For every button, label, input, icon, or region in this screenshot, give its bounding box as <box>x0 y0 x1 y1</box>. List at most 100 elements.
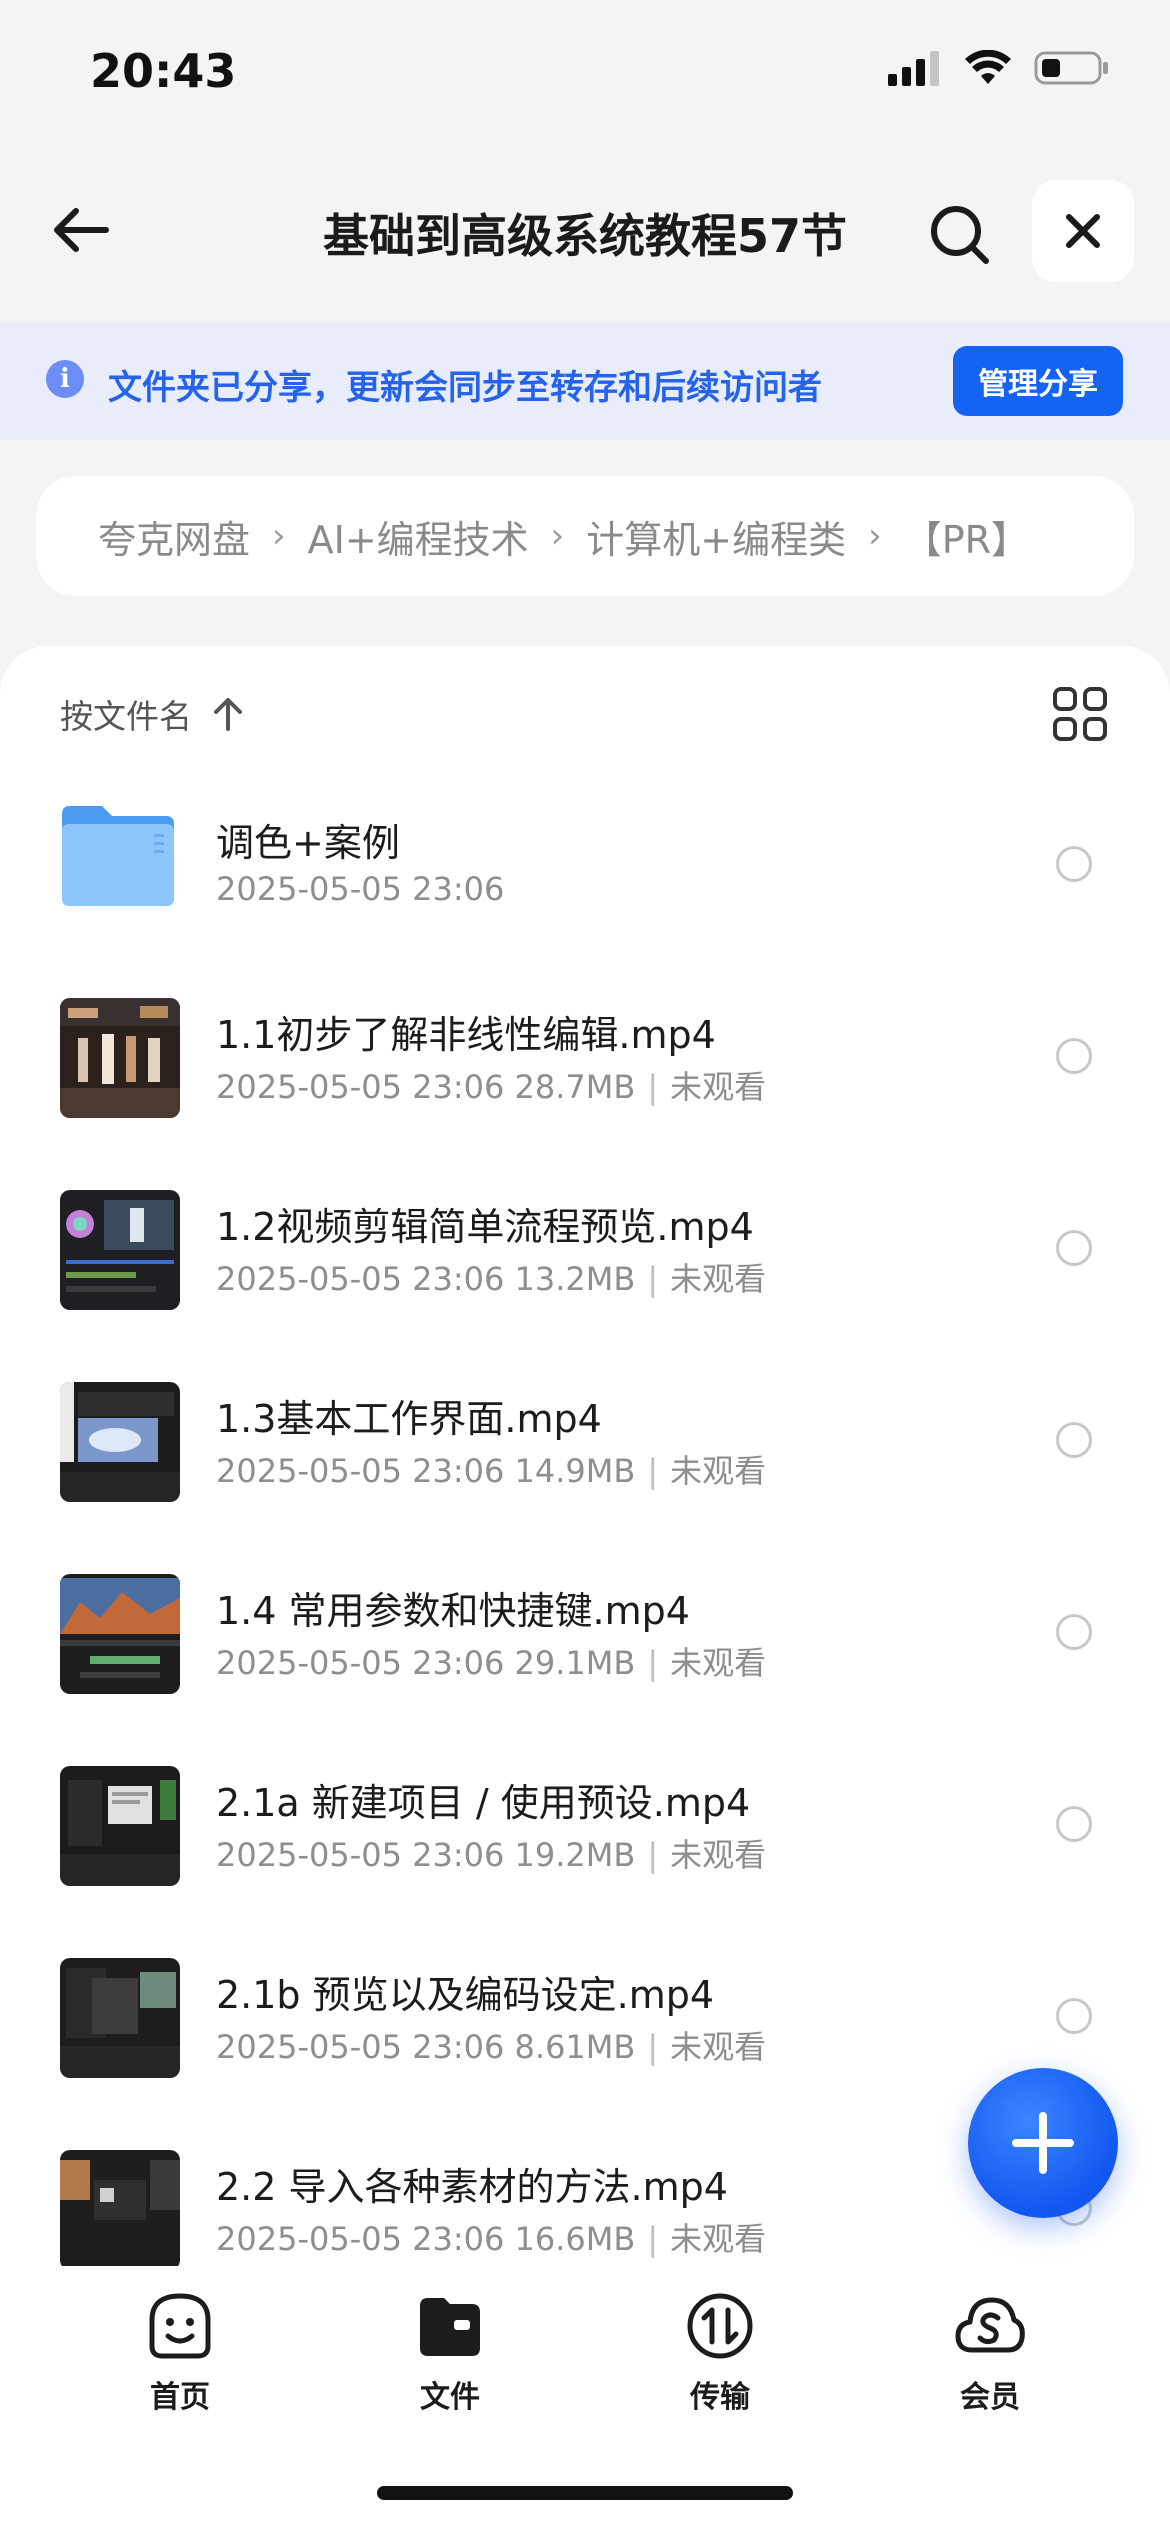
list-item[interactable]: 1.3基本工作界面.mp4 2025-05-05 23:06 14.9MB | 未观… <box>0 1346 1170 1538</box>
file-name: 1.2视频剪辑简单流程预览.mp4 <box>216 1205 754 1249</box>
video-thumbnail <box>60 1766 180 1886</box>
list-item[interactable]: 1.1初步了解非线性编辑.mp4 2025-05-05 23:06 28.7MB… <box>0 962 1170 1154</box>
breadcrumb-separator: › <box>868 516 882 556</box>
tab-transfer[interactable]: 传输 <box>640 2290 800 2416</box>
file-date: 2025-05-05 23:06 <box>216 2220 505 2258</box>
file-size: 14.9MB <box>514 1452 636 1490</box>
cellular-signal-icon <box>888 51 939 86</box>
list-item[interactable]: 调色+案例 2025-05-05 23:06 <box>0 770 1170 962</box>
file-name: 1.3基本工作界面.mp4 <box>216 1397 602 1441</box>
file-date: 2025-05-05 23:06 <box>216 1644 505 1682</box>
file-size: 13.2MB <box>514 1260 636 1298</box>
share-banner: i 文件夹已分享，更新会同步至转存和后续访问者 管理分享 <box>0 322 1170 440</box>
file-date: 2025-05-05 23:06 <box>216 1260 505 1298</box>
select-radio[interactable] <box>1056 1998 1092 2034</box>
cloud-s-icon <box>955 2297 1025 2353</box>
info-icon: i <box>46 360 84 398</box>
breadcrumb: 夸克网盘 › AI+编程技术 › 计算机+编程类 › 【PR】 <box>36 476 1134 596</box>
file-list: 调色+案例 2025-05-05 23:06 1.1初步了解非线性编辑.mp4 <box>0 770 1170 2266</box>
breadcrumb-item[interactable]: AI+编程技术 <box>308 509 529 564</box>
file-size: 16.6MB <box>514 2220 636 2258</box>
video-thumbnail <box>60 1574 180 1694</box>
search-button[interactable] <box>920 195 1000 275</box>
file-panel: 按文件名 调色+案例 2025-05-05 23:06 1.1初步了解非线性编辑… <box>0 646 1170 2266</box>
plus-icon <box>1012 2112 1074 2174</box>
watch-status: 未观看 <box>670 2220 767 2258</box>
tab-label: 文件 <box>420 2380 480 2415</box>
folder-icon <box>62 806 174 906</box>
watch-status: 未观看 <box>670 1260 767 1298</box>
watch-status: 未观看 <box>670 1644 767 1682</box>
file-size: 28.7MB <box>514 1068 636 1106</box>
watch-status: 未观看 <box>670 2028 767 2066</box>
watch-status: 未观看 <box>670 1452 767 1490</box>
video-thumbnail <box>60 1958 180 2078</box>
tab-files[interactable]: 文件 <box>370 2290 530 2416</box>
file-size: 19.2MB <box>514 1836 636 1874</box>
file-meta: 2025-05-05 23:06 19.2MB | 未观看 <box>216 1836 767 1874</box>
add-button[interactable] <box>968 2068 1118 2218</box>
folder-icon <box>420 2298 480 2356</box>
search-icon <box>931 206 989 264</box>
close-button[interactable] <box>1032 180 1134 282</box>
file-name: 2.2 导入各种素材的方法.mp4 <box>216 2165 728 2209</box>
file-size: 29.1MB <box>514 1644 636 1682</box>
status-time: 20:43 <box>90 44 237 98</box>
watch-status: 未观看 <box>670 1836 767 1874</box>
sort-control[interactable]: 按文件名 <box>60 690 244 738</box>
tab-label: 会员 <box>960 2380 1020 2415</box>
file-meta: 2025-05-05 23:06 13.2MB | 未观看 <box>216 1260 767 1298</box>
select-radio[interactable] <box>1056 1230 1092 1266</box>
tab-label: 传输 <box>690 2380 750 2415</box>
arrow-up-icon <box>214 698 242 731</box>
file-date: 2025-05-05 23:06 <box>216 2028 505 2066</box>
grid-view-icon[interactable] <box>1052 686 1108 742</box>
file-name: 1.4 常用参数和快捷键.mp4 <box>216 1589 690 1633</box>
breadcrumb-item[interactable]: 计算机+编程类 <box>586 509 846 564</box>
list-item[interactable]: 1.4 常用参数和快捷键.mp4 2025-05-05 23:06 29.1MB… <box>0 1538 1170 1730</box>
list-item[interactable]: 1.2视频剪辑简单流程预览.mp4 2025-05-05 23:06 13.2M… <box>0 1154 1170 1346</box>
file-date: 2025-05-05 23:06 <box>216 1068 505 1106</box>
file-name: 1.1初步了解非线性编辑.mp4 <box>216 1013 716 1057</box>
status-bar: 20:43 <box>0 0 1170 150</box>
status-icons <box>888 50 1110 86</box>
home-indicator <box>377 2486 793 2500</box>
file-date: 2025-05-05 23:06 <box>216 1452 505 1490</box>
file-meta: 2025-05-05 23:06 <box>216 870 504 908</box>
watch-status: 未观看 <box>670 1068 767 1106</box>
file-date: 2025-05-05 23:06 <box>216 870 505 908</box>
transfer-icon <box>687 2293 753 2359</box>
select-radio[interactable] <box>1056 846 1092 882</box>
file-name: 调色+案例 <box>216 821 400 865</box>
wifi-icon <box>965 50 1011 84</box>
select-radio[interactable] <box>1056 1038 1092 1074</box>
smiley-face-icon <box>149 2293 211 2359</box>
select-radio[interactable] <box>1056 1422 1092 1458</box>
share-notice-text: 文件夹已分享，更新会同步至转存和后续访问者 <box>108 368 822 408</box>
select-radio[interactable] <box>1056 1614 1092 1650</box>
file-name: 2.1b 预览以及编码设定.mp4 <box>216 1973 715 2017</box>
file-meta: 2025-05-05 23:06 28.7MB | 未观看 <box>216 1068 767 1106</box>
file-size: 8.61MB <box>514 2028 636 2066</box>
file-meta: 2025-05-05 23:06 14.9MB | 未观看 <box>216 1452 767 1490</box>
breadcrumb-separator: › <box>550 516 565 556</box>
select-radio[interactable] <box>1056 1806 1092 1842</box>
tab-membership[interactable]: 会员 <box>910 2290 1070 2416</box>
tab-label: 首页 <box>150 2380 210 2415</box>
file-meta: 2025-05-05 23:06 16.6MB | 未观看 <box>216 2220 767 2258</box>
battery-icon <box>1034 51 1108 85</box>
manage-share-button[interactable]: 管理分享 <box>953 346 1123 416</box>
video-thumbnail <box>60 1190 180 1310</box>
list-item[interactable]: 2.1a 新建项目 / 使用预设.mp4 2025-05-05 23:06 19… <box>0 1730 1170 1922</box>
breadcrumb-item[interactable]: 夸克网盘 <box>98 509 250 564</box>
breadcrumb-item[interactable]: 【PR】 <box>904 509 1029 564</box>
file-name: 2.1a 新建项目 / 使用预设.mp4 <box>216 1781 751 1825</box>
file-meta: 2025-05-05 23:06 29.1MB | 未观看 <box>216 1644 767 1682</box>
video-thumbnail <box>60 2150 180 2266</box>
breadcrumb-separator: › <box>272 516 286 556</box>
video-thumbnail <box>60 998 180 1118</box>
file-date: 2025-05-05 23:06 <box>216 1836 505 1874</box>
tab-home[interactable]: 首页 <box>100 2290 260 2416</box>
nav-bar: 基础到高级系统教程57节 <box>0 170 1170 290</box>
file-meta: 2025-05-05 23:06 8.61MB | 未观看 <box>216 2028 767 2066</box>
